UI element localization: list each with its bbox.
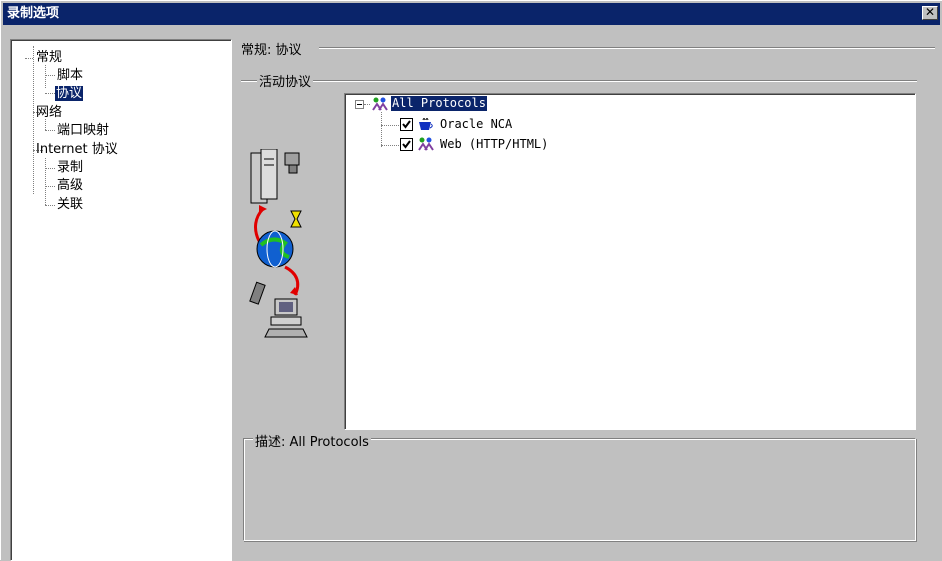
checkmark-icon bbox=[402, 140, 411, 149]
tree-connector bbox=[45, 158, 46, 205]
tree-connector bbox=[381, 112, 382, 147]
nav-item-recording[interactable]: 录制 bbox=[56, 160, 84, 175]
active-protocols-label: 活动协议 bbox=[257, 71, 314, 90]
options-nav-tree[interactable]: 常规 脚本 协议 网络 端口映射 Internet 协议 录制 高级 关联 bbox=[10, 39, 232, 561]
nav-item-port-mapping[interactable]: 端口映射 bbox=[56, 123, 110, 138]
nav-item-script[interactable]: 脚本 bbox=[56, 68, 84, 83]
key-icon bbox=[290, 210, 302, 228]
recording-options-dialog: 录制选项 ✕ 常规 脚本 协议 网络 端口映射 Internet 协议 录制 高… bbox=[0, 0, 942, 561]
window-title: 录制选项 bbox=[7, 6, 60, 21]
nav-item-internet-protocol[interactable]: Internet 协议 bbox=[35, 142, 119, 157]
collapse-icon[interactable] bbox=[355, 100, 364, 109]
all-protocols-icon bbox=[372, 97, 388, 111]
close-button[interactable]: ✕ bbox=[922, 6, 938, 20]
description-box bbox=[243, 438, 916, 541]
group-divider bbox=[241, 80, 917, 82]
oracle-nca-node[interactable]: Oracle NCA bbox=[439, 117, 513, 132]
tree-connector bbox=[381, 125, 399, 126]
tree-connector bbox=[45, 65, 46, 88]
tree-connector bbox=[364, 104, 370, 105]
tree-connector bbox=[45, 205, 55, 206]
protocol-tree[interactable]: All Protocols Oracle NCA Web (HTTP/HTML) bbox=[344, 93, 916, 430]
phone-icon bbox=[249, 281, 266, 305]
description-label: 描述: All Protocols bbox=[253, 431, 371, 450]
tree-connector bbox=[45, 130, 55, 131]
oracle-cup-icon bbox=[419, 118, 433, 130]
title-bar: 录制选项 ✕ bbox=[3, 3, 940, 25]
close-icon: ✕ bbox=[924, 5, 936, 19]
globe-icon bbox=[256, 230, 294, 268]
server-icon bbox=[250, 149, 300, 204]
web-http-checkbox[interactable] bbox=[400, 138, 413, 151]
tree-connector bbox=[45, 119, 46, 130]
protocol-illustration bbox=[249, 149, 308, 338]
oracle-nca-checkbox[interactable] bbox=[400, 118, 413, 131]
nav-item-general[interactable]: 常规 bbox=[35, 50, 63, 65]
checkmark-icon bbox=[402, 120, 411, 129]
tree-connector bbox=[45, 93, 55, 94]
tree-connector bbox=[45, 186, 55, 187]
nav-item-advanced[interactable]: 高级 bbox=[56, 178, 84, 193]
tree-connector bbox=[381, 145, 399, 146]
tree-connector bbox=[45, 168, 55, 169]
panel-header: 常规: 协议 bbox=[239, 39, 304, 58]
nav-item-correlation[interactable]: 关联 bbox=[56, 197, 84, 212]
header-divider bbox=[319, 47, 935, 49]
tree-connector bbox=[45, 75, 55, 76]
computer-icon bbox=[264, 298, 308, 338]
web-http-node[interactable]: Web (HTTP/HTML) bbox=[439, 137, 549, 152]
tree-connector bbox=[25, 58, 33, 59]
tree-connector bbox=[33, 46, 34, 194]
web-protocol-icon bbox=[418, 137, 434, 151]
all-protocols-node[interactable]: All Protocols bbox=[391, 96, 487, 111]
nav-item-network[interactable]: 网络 bbox=[35, 105, 63, 120]
nav-item-protocol[interactable]: 协议 bbox=[55, 86, 84, 101]
